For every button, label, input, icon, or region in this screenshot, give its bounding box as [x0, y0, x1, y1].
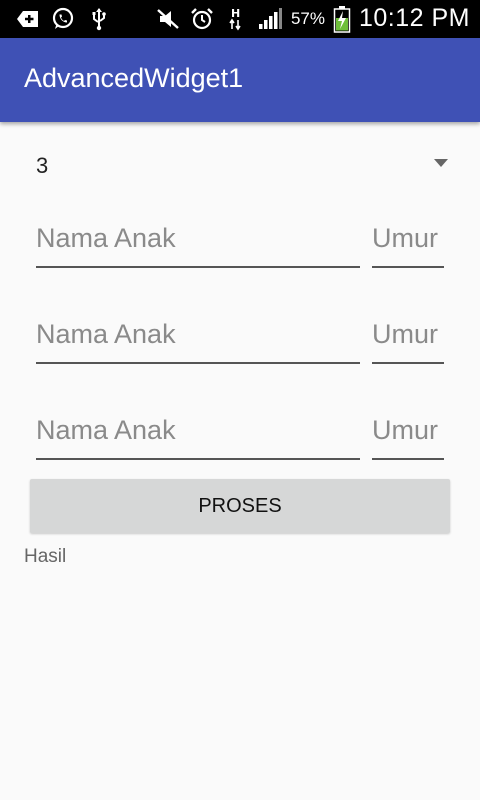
child-age-input[interactable]	[372, 402, 444, 458]
input-underline	[36, 458, 360, 460]
child-name-input[interactable]	[36, 306, 360, 362]
proses-button[interactable]: PROSES	[30, 479, 450, 533]
child-name-input[interactable]	[36, 210, 360, 266]
child-name-field[interactable]	[36, 402, 360, 466]
add-box-icon	[17, 11, 38, 27]
input-underline	[372, 362, 444, 364]
alarm-icon	[191, 7, 213, 29]
child-age-field[interactable]	[372, 306, 444, 370]
child-row-3	[36, 402, 444, 466]
child-age-field[interactable]	[372, 402, 444, 466]
dropdown-arrow-icon	[434, 159, 448, 167]
result-text: Hasil	[24, 546, 67, 567]
child-age-input[interactable]	[372, 306, 444, 362]
child-age-input[interactable]	[372, 210, 444, 266]
count-spinner[interactable]: 3	[24, 140, 456, 190]
app-title: AdvancedWidget1	[24, 63, 244, 93]
battery-percent: 57%	[290, 8, 325, 28]
hsdpa-icon: H	[229, 7, 241, 30]
battery-charging-icon	[333, 5, 351, 33]
proses-button-label: PROSES	[198, 494, 282, 517]
child-row-1	[36, 210, 444, 274]
child-name-field[interactable]	[36, 210, 360, 274]
usb-icon	[92, 8, 106, 31]
status-icons-right: H 57% 10:12 PM	[155, 4, 470, 33]
input-underline	[372, 266, 444, 268]
svg-text:H: H	[231, 7, 240, 20]
mute-icon	[157, 8, 179, 29]
status-bar: H 57% 10:12 PM	[0, 0, 480, 38]
app-bar: AdvancedWidget1	[0, 38, 480, 122]
signal-icon	[258, 7, 282, 29]
input-underline	[36, 362, 360, 364]
input-underline	[372, 458, 444, 460]
child-age-field[interactable]	[372, 210, 444, 274]
spinner-selected-value: 3	[36, 153, 49, 178]
child-name-input[interactable]	[36, 402, 360, 458]
input-underline	[36, 266, 360, 268]
clock: 10:12 PM	[358, 4, 470, 32]
whatsapp-icon	[52, 7, 74, 29]
child-name-field[interactable]	[36, 306, 360, 370]
child-row-2	[36, 306, 444, 370]
status-icons-left	[14, 6, 112, 32]
